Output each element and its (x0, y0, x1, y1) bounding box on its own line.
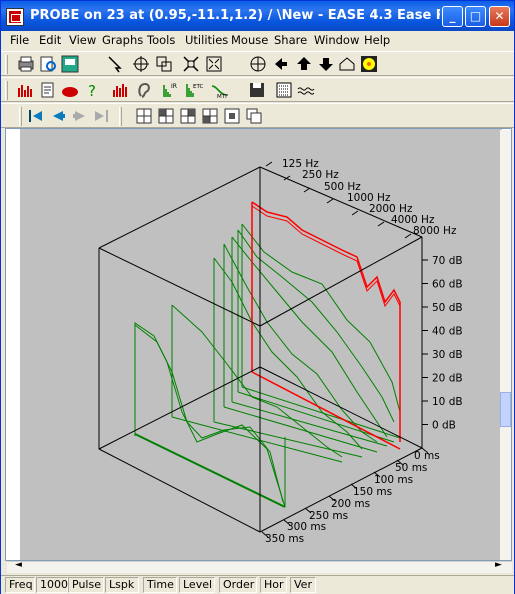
minimize-button[interactable]: _ (442, 6, 463, 27)
bar-spectrum-icon[interactable] (111, 80, 131, 100)
layout-quad-icon[interactable] (134, 106, 154, 126)
menu-view[interactable]: View (69, 33, 96, 47)
last-icon[interactable] (91, 106, 111, 126)
next-icon[interactable] (70, 106, 90, 126)
time-label: 50 ms (395, 462, 427, 474)
histogram-icon[interactable] (16, 80, 36, 100)
status-bar: Freq 1000 Pulse Lspk Time Level Order Ho… (1, 575, 514, 594)
window-title: PROBE on 23 at (0.95,-11.1,1.2) / \New -… (30, 8, 440, 23)
time-label: 100 ms (374, 474, 413, 486)
arrow-up-icon[interactable] (294, 54, 314, 74)
scroll-left-icon[interactable]: ◄ (15, 560, 22, 570)
first-icon[interactable] (26, 106, 46, 126)
cascade-icon[interactable] (244, 106, 264, 126)
globe-view-icon[interactable] (248, 54, 268, 74)
print-preview-icon[interactable] (38, 54, 58, 74)
status-time[interactable]: Time (143, 577, 177, 593)
waterfall-3d-plot[interactable]: 125 Hz250 Hz500 Hz1000 Hz2000 Hz4000 Hz8… (20, 129, 502, 560)
pointer-tool-icon[interactable] (105, 54, 125, 74)
print-icon[interactable] (16, 54, 36, 74)
maximize-button[interactable]: □ (465, 6, 486, 27)
toolbar-grip[interactable] (5, 55, 8, 74)
coverage-map-icon[interactable] (60, 80, 80, 100)
toolbar-row-3 (1, 103, 514, 128)
menu-tools[interactable]: Tools (147, 33, 175, 47)
app-icon[interactable] (6, 8, 24, 26)
db-label: 40 dB (432, 326, 463, 338)
dither-icon[interactable] (274, 80, 294, 100)
zoom-window-icon[interactable] (154, 54, 174, 74)
ear-icon[interactable] (134, 80, 154, 100)
previous-icon[interactable] (48, 106, 68, 126)
help-query-icon[interactable]: ? (82, 80, 102, 100)
status-freq[interactable]: Freq (5, 577, 35, 593)
freq-label: 250 Hz (302, 169, 339, 181)
etc-icon[interactable]: ETC (184, 80, 204, 100)
time-label: 0 ms (414, 450, 440, 462)
scroll-right-icon[interactable]: ► (495, 560, 502, 570)
db-label: 10 dB (432, 396, 463, 408)
toolbar-grip[interactable] (5, 81, 8, 100)
plot-panel[interactable]: 125 Hz 250 Hz 500 Hz 1000 Hz 2000 Hz 4000 Hz 8… (5, 128, 512, 561)
menu-help[interactable]: Help (364, 33, 390, 47)
status-freq-value[interactable]: 1000 (36, 577, 68, 593)
toolbar-row-2: ? IR ETC MTF (1, 77, 514, 102)
db-label: 70 dB (432, 255, 463, 267)
svg-text:IR: IR (171, 83, 177, 90)
menu-window[interactable]: Window (314, 33, 359, 47)
home-icon[interactable] (337, 54, 357, 74)
status-level[interactable]: Level (179, 577, 215, 593)
ir-response-icon[interactable]: IR (161, 80, 181, 100)
waveform-icon[interactable] (296, 80, 316, 100)
crosshair-icon[interactable] (131, 54, 151, 74)
vertical-scrollbar[interactable] (500, 130, 511, 560)
export-icon[interactable] (60, 54, 80, 74)
menu-edit[interactable]: Edit (39, 33, 61, 47)
toolbar-grip[interactable] (19, 107, 22, 126)
layout-top-right-icon[interactable] (178, 106, 198, 126)
time-label: 300 ms (287, 521, 326, 533)
menu-mouse[interactable]: Mouse (231, 33, 268, 47)
menu-utilities[interactable]: Utilities (185, 33, 228, 47)
time-label: 200 ms (331, 498, 370, 510)
layout-center-icon[interactable] (222, 106, 242, 126)
save-icon[interactable] (247, 80, 267, 100)
db-label: 0 dB (432, 420, 456, 432)
menu-file[interactable]: File (10, 33, 29, 47)
db-label: 60 dB (432, 279, 463, 291)
db-label: 50 dB (432, 302, 463, 314)
db-label: 30 dB (432, 349, 463, 361)
menu-graphs[interactable]: Graphs (102, 33, 143, 47)
svg-text:MTF: MTF (217, 94, 228, 100)
menu-share[interactable]: Share (274, 33, 307, 47)
layout-bottom-left-icon[interactable] (200, 106, 220, 126)
time-label: 150 ms (353, 486, 392, 498)
vertical-scroll-thumb[interactable] (500, 392, 511, 427)
toolbar-grip[interactable] (119, 107, 122, 126)
status-pulse[interactable]: Pulse (68, 577, 104, 593)
status-order[interactable]: Order (219, 577, 257, 593)
status-ver[interactable]: Ver (290, 577, 316, 593)
menu-bar: File Edit View Graphs Tools Utilities Mo… (1, 31, 514, 49)
time-label: 350 ms (265, 533, 304, 545)
application-window: PROBE on 23 at (0.95,-11.1,1.2) / \New -… (0, 0, 515, 594)
title-bar[interactable]: PROBE on 23 at (0.95,-11.1,1.2) / \New -… (1, 1, 514, 31)
horizontal-scrollbar[interactable]: ◄ ► (7, 560, 512, 573)
document-edit-icon[interactable] (38, 80, 58, 100)
mtf-icon[interactable]: MTF (209, 80, 229, 100)
svg-text:ETC: ETC (193, 84, 204, 90)
render-view-icon[interactable] (359, 54, 379, 74)
arrow-left-icon[interactable] (271, 54, 291, 74)
zoom-extents-icon[interactable] (204, 54, 224, 74)
arrow-down-icon[interactable] (316, 54, 336, 74)
toolbar-row-1 (1, 51, 514, 76)
status-hor[interactable]: Hor (260, 577, 287, 593)
freq-label: 8000 Hz (413, 225, 457, 237)
zoom-in-icon[interactable] (181, 54, 201, 74)
layout-top-left-icon[interactable] (156, 106, 176, 126)
db-label: 20 dB (432, 373, 463, 385)
close-button[interactable]: ✕ (489, 6, 510, 27)
status-lspk[interactable]: Lspk (105, 577, 139, 593)
svg-text:?: ? (88, 82, 96, 100)
